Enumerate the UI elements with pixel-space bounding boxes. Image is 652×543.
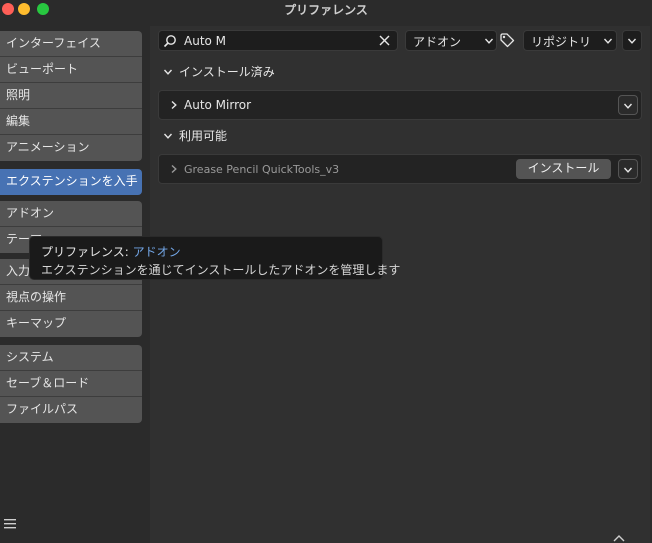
hamburger-menu-icon[interactable]: [3, 517, 17, 531]
clear-search-icon[interactable]: [378, 34, 391, 47]
section-available-title: 利用可能: [179, 129, 228, 143]
chevron-right-icon[interactable]: [169, 164, 179, 174]
sidebar-item-file-paths[interactable]: ファイルパス: [0, 397, 142, 423]
chevron-down-icon: [623, 103, 633, 109]
search-icon: [163, 35, 176, 48]
tooltip-title: プリファレンス: アドオン: [41, 243, 181, 260]
sidebar-item-animation[interactable]: アニメーション: [0, 135, 142, 161]
chevron-down-icon: [603, 38, 613, 44]
chevron-down-icon: [163, 133, 173, 139]
options-dropdown[interactable]: [622, 30, 642, 51]
extension-name: Auto Mirror: [184, 98, 252, 112]
section-installed-title: インストール済み: [179, 65, 275, 79]
tooltip: プリファレンス: アドオン エクステンションを通じてインストールしたアドオンを管…: [29, 236, 400, 280]
sidebar-item-editing[interactable]: 編集: [0, 109, 142, 135]
sidebar-item-viewport[interactable]: ビューポート: [0, 57, 142, 83]
sidebar-item-addons[interactable]: アドオン: [0, 201, 142, 227]
extension-row-installed[interactable]: Auto Mirror: [158, 90, 642, 120]
section-available-header[interactable]: 利用可能: [163, 127, 363, 143]
tag-icon[interactable]: [499, 32, 515, 48]
sidebar-item-lights[interactable]: 照明: [0, 83, 142, 109]
install-button[interactable]: インストール: [516, 159, 611, 179]
sidebar-item-navigation[interactable]: 視点の操作: [0, 285, 142, 311]
chevron-right-icon[interactable]: [169, 100, 179, 110]
sidebar-group-get-extensions: エクステンションを入手: [0, 169, 142, 195]
title-bar: プリファレンス: [0, 0, 652, 19]
search-field[interactable]: Auto M: [158, 30, 398, 51]
extension-name: Grease Pencil QuickTools_v3: [184, 163, 340, 176]
tooltip-prefix: プリファレンス:: [41, 245, 133, 259]
tooltip-description: エクステンションを通じてインストールしたアドオンを管理します: [41, 263, 401, 277]
sidebar-item-save-load[interactable]: セーブ＆ロード: [0, 371, 142, 397]
sidebar-group-general: インターフェイス ビューポート 照明 編集 アニメーション: [0, 31, 142, 161]
sidebar-group-system: システム セーブ＆ロード ファイルパス: [0, 345, 142, 423]
chevron-down-icon: [163, 69, 173, 75]
chevron-down-icon: [623, 167, 633, 173]
repository-filter-dropdown[interactable]: リポジトリ: [523, 30, 617, 51]
type-filter-dropdown[interactable]: アドオン: [405, 30, 497, 51]
sidebar-item-keymap[interactable]: キーマップ: [0, 311, 142, 337]
repository-filter-label: リポジトリ: [531, 35, 592, 49]
sidebar-item-system[interactable]: システム: [0, 345, 142, 371]
sidebar-item-get-extensions[interactable]: エクステンションを入手: [0, 169, 142, 195]
chevron-down-icon: [484, 38, 494, 44]
sidebar-item-interface[interactable]: インターフェイス: [0, 31, 142, 57]
extension-options-dropdown[interactable]: [618, 159, 638, 179]
extension-row-available[interactable]: Grease Pencil QuickTools_v3 インストール: [158, 154, 642, 184]
extension-options-dropdown[interactable]: [618, 95, 638, 115]
section-installed-header[interactable]: インストール済み: [163, 63, 363, 79]
type-filter-label: アドオン: [413, 35, 462, 49]
search-input[interactable]: Auto M: [184, 34, 226, 48]
chevron-up-icon[interactable]: [612, 533, 626, 543]
tooltip-link: アドオン: [132, 245, 181, 259]
chevron-down-icon: [627, 38, 637, 44]
window-title: プリファレンス: [284, 3, 368, 17]
